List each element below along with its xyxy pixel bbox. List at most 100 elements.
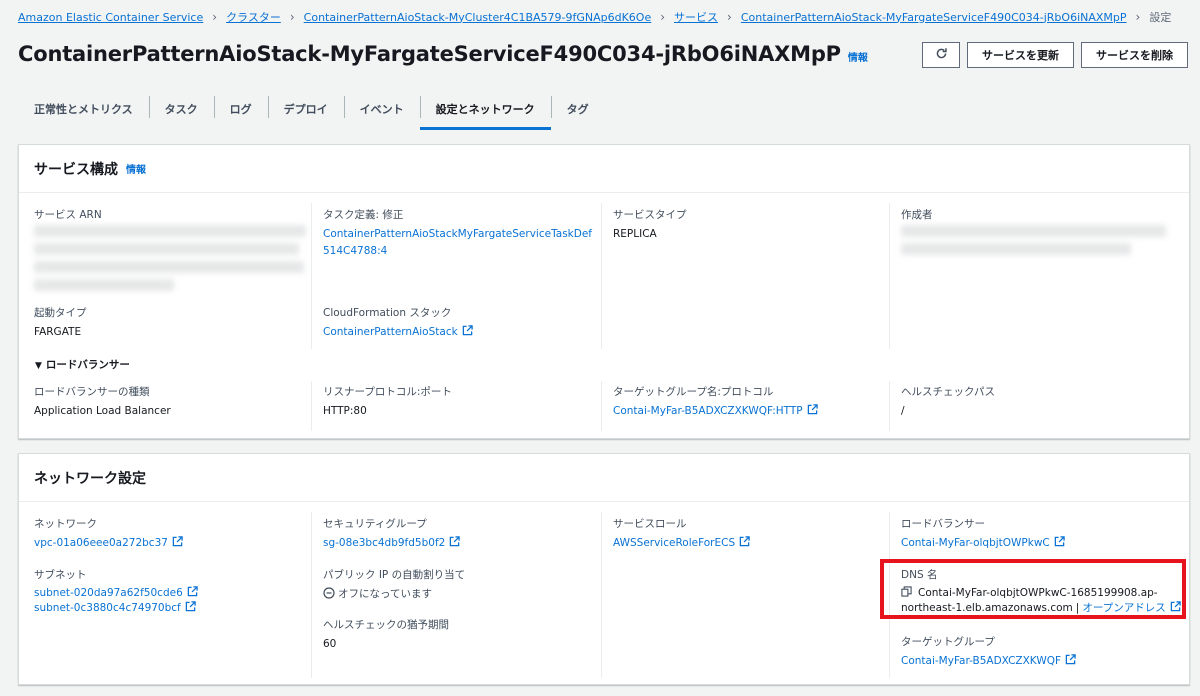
subnet-field: サブネット subnet-020da97a62f50cde6 subnet-0c… xyxy=(34,567,314,616)
breadcrumb-service[interactable]: ContainerPatternAioStack-MyFargateServic… xyxy=(741,11,1127,24)
redacted-value xyxy=(34,261,304,273)
service-type-field: サービスタイプ REPLICA xyxy=(613,207,893,243)
load-balancer-link[interactable]: Contai-MyFar-olqbjtOWPkwC xyxy=(901,537,1050,549)
info-link[interactable]: 情報 xyxy=(848,49,868,64)
launch-type-field: 起動タイプ FARGATE xyxy=(34,305,314,341)
chevron-right-icon: › xyxy=(1135,10,1141,24)
delete-service-button[interactable]: サービスを削除 xyxy=(1081,42,1188,68)
target-group-link[interactable]: Contai-MyFar-B5ADXCZXKWQF xyxy=(901,655,1061,667)
redacted-value xyxy=(901,243,1131,255)
redacted-value xyxy=(34,243,299,255)
vpc-link[interactable]: vpc-01a06eee0a272bc37 xyxy=(34,537,168,549)
tab-deployments[interactable]: デプロイ xyxy=(267,94,344,124)
refresh-icon xyxy=(935,47,948,63)
breadcrumb-current: 設定 xyxy=(1149,11,1172,24)
target-group-field: ターゲットグループ名:プロトコル Contai-MyFar-B5ADXCZXKW… xyxy=(613,384,893,420)
grace-period-field: ヘルスチェックの猶予期間 60 xyxy=(323,617,603,653)
subnet-link[interactable]: subnet-0c3880c4c74970bcf xyxy=(34,602,181,614)
external-link-icon[interactable] xyxy=(1054,536,1065,547)
external-link-icon[interactable] xyxy=(449,536,461,547)
task-definition-label: タスク定義: 修正 xyxy=(323,209,404,221)
launch-type-value: FARGATE xyxy=(34,326,82,338)
task-definition-link[interactable]: ContainerPatternAioStackMyFargateService… xyxy=(323,226,595,260)
caret-down-icon: ▼ xyxy=(35,361,42,371)
service-type-label: サービスタイプ xyxy=(613,209,687,221)
target-group-link[interactable]: Contai-MyFar-B5ADXCZXKWQF:HTTP xyxy=(613,405,803,417)
external-link-icon[interactable] xyxy=(462,325,473,336)
external-link-icon[interactable] xyxy=(1065,654,1076,665)
target-group-value: Contai-MyFar-B5ADXCZXKWQF:HTTP xyxy=(613,403,893,420)
disabled-circle-icon xyxy=(323,587,335,599)
health-check-path-value: / xyxy=(901,405,905,417)
security-group-link[interactable]: sg-08e3bc4db9fd5b0f2 xyxy=(323,537,445,549)
load-balancer-toggle-label: ロードバランサー xyxy=(45,359,130,371)
external-link-icon[interactable] xyxy=(807,404,818,415)
service-role-label: サービスロール xyxy=(613,518,687,530)
security-group-field: セキュリティグループ sg-08e3bc4db9fd5b0f2 xyxy=(323,516,603,552)
tab-configuration-networking[interactable]: 設定とネットワーク xyxy=(419,94,551,130)
tab-tags[interactable]: タグ xyxy=(550,94,605,124)
cloudformation-label: CloudFormation スタック xyxy=(323,307,452,319)
subnet-values: subnet-020da97a62f50cde6 subnet-0c3880c4… xyxy=(34,586,314,616)
breadcrumb-ecs[interactable]: Amazon Elastic Container Service xyxy=(18,11,203,24)
target-group-field: ターゲットグループ Contai-MyFar-B5ADXCZXKWQF xyxy=(901,634,1181,670)
external-link-icon[interactable] xyxy=(739,536,750,547)
page-header: ContainerPatternAioStack-MyFargateServic… xyxy=(18,42,868,66)
lb-type-field: ロードバランサーの種類 Application Load Balancer xyxy=(34,384,314,420)
service-role-link[interactable]: AWSServiceRoleForECS xyxy=(613,537,735,549)
service-type-value: REPLICA xyxy=(613,228,657,240)
load-balancer-value: Contai-MyFar-olqbjtOWPkwC xyxy=(901,535,1181,552)
tab-logs[interactable]: ログ xyxy=(213,94,268,124)
service-config-panel: サービス構成 情報 サービス ARN タスク定義: 修正 ContainerPa… xyxy=(18,144,1190,439)
network-field: ネットワーク vpc-01a06eee0a272bc37 xyxy=(34,516,314,552)
chevron-right-icon: › xyxy=(289,10,295,24)
subnet-link[interactable]: subnet-020da97a62f50cde6 xyxy=(34,587,183,599)
panel-header: サービス構成 情報 xyxy=(19,145,1189,193)
lb-type-label: ロードバランサーの種類 xyxy=(34,386,150,398)
target-group-label: ターゲットグループ xyxy=(901,636,995,648)
breadcrumb-services[interactable]: サービス xyxy=(674,9,718,25)
service-arn-field: サービス ARN xyxy=(34,207,314,222)
external-link-icon[interactable] xyxy=(185,601,196,612)
dns-highlight-box xyxy=(880,559,1186,619)
chevron-right-icon: › xyxy=(660,10,666,24)
listener-field: リスナープロトコル:ポート HTTP:80 xyxy=(323,384,603,420)
panel-title: ネットワーク設定 xyxy=(34,470,146,487)
refresh-button[interactable] xyxy=(922,42,960,68)
panel-header: ネットワーク設定 xyxy=(19,454,1189,502)
lb-type-value: Application Load Balancer xyxy=(34,405,171,417)
update-service-button[interactable]: サービスを更新 xyxy=(967,42,1074,68)
load-balancer-label: ロードバランサー xyxy=(901,518,985,530)
public-ip-value: オフになっています xyxy=(323,586,603,603)
public-ip-text: オフになっています xyxy=(338,588,432,600)
redacted-value xyxy=(34,279,174,291)
tab-events[interactable]: イベント xyxy=(343,94,420,124)
service-role-field: サービスロール AWSServiceRoleForECS xyxy=(613,516,893,552)
target-group-value: Contai-MyFar-B5ADXCZXKWQF xyxy=(901,653,1181,670)
chevron-right-icon: › xyxy=(727,10,732,24)
created-by-field: 作成者 xyxy=(901,207,1181,222)
network-value: vpc-01a06eee0a272bc37 xyxy=(34,535,314,552)
tab-health-metrics[interactable]: 正常性とメトリクス xyxy=(18,94,149,124)
health-check-path-label: ヘルスチェックパス xyxy=(901,386,995,398)
info-link[interactable]: 情報 xyxy=(126,161,146,176)
external-link-icon[interactable] xyxy=(187,586,198,597)
subnet-label: サブネット xyxy=(34,569,87,581)
breadcrumb: Amazon Elastic Container Service › クラスター… xyxy=(18,9,1171,25)
service-arn-label: サービス ARN xyxy=(34,209,102,221)
task-definition-field: タスク定義: 修正 ContainerPatternAioStackMyFarg… xyxy=(323,207,603,260)
load-balancer-toggle[interactable]: ▼ ロードバランサー xyxy=(35,357,130,372)
security-group-value: sg-08e3bc4db9fd5b0f2 xyxy=(323,535,603,552)
public-ip-label: パブリック IP の自動割り当て xyxy=(323,569,466,581)
load-balancer-field: ロードバランサー Contai-MyFar-olqbjtOWPkwC xyxy=(901,516,1181,552)
cloudformation-value: ContainerPatternAioStack xyxy=(323,324,603,341)
tab-tasks[interactable]: タスク xyxy=(148,94,214,124)
cloudformation-link[interactable]: ContainerPatternAioStack xyxy=(323,326,458,338)
listener-label: リスナープロトコル:ポート xyxy=(323,386,452,398)
cloudformation-field: CloudFormation スタック ContainerPatternAioS… xyxy=(323,305,603,341)
breadcrumb-clusters[interactable]: クラスター xyxy=(226,9,281,25)
redacted-value xyxy=(34,225,306,237)
external-link-icon[interactable] xyxy=(172,536,183,547)
public-ip-field: パブリック IP の自動割り当て オフになっています xyxy=(323,567,603,603)
breadcrumb-cluster[interactable]: ContainerPatternAioStack-MyCluster4C1BA5… xyxy=(304,11,652,24)
